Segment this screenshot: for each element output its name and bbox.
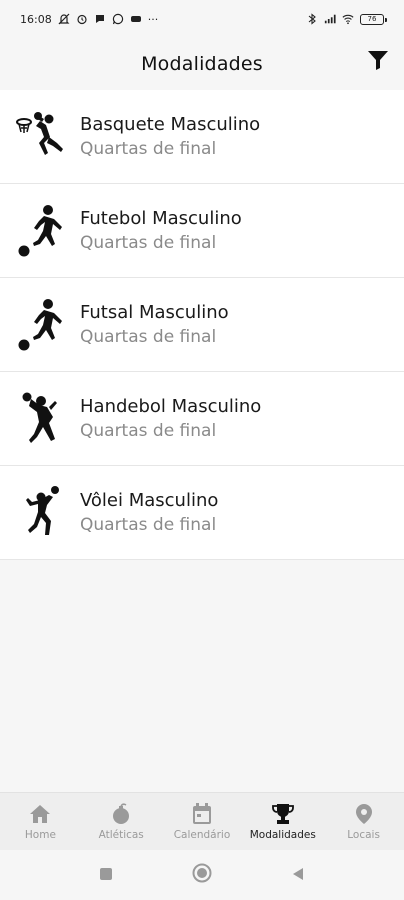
system-nav	[0, 850, 404, 900]
alarm-icon	[76, 13, 88, 25]
status-bar: 16:08 ··· 76	[0, 0, 404, 38]
item-subtitle: Quartas de final	[80, 139, 217, 159]
back-button[interactable]	[286, 863, 310, 887]
home-icon	[28, 802, 52, 826]
page-title: Modalidades	[141, 53, 263, 75]
nav-item-modalidades[interactable]: Modalidades	[242, 793, 323, 850]
nav-item-locais[interactable]: Locais	[323, 793, 404, 850]
back-triangle-icon	[291, 866, 305, 885]
item-subtitle: Quartas de final	[80, 515, 217, 535]
filter-icon	[367, 49, 389, 75]
list-item-text: Basquete Masculino Quartas de final	[80, 114, 260, 159]
nav-item-home[interactable]: Home	[0, 793, 81, 850]
volleyball-player-icon	[0, 466, 80, 560]
trophy-icon	[271, 802, 295, 826]
item-title: Vôlei Masculino	[80, 490, 219, 511]
square-icon	[99, 866, 113, 885]
chat-icon	[94, 13, 106, 25]
soccer-player-icon	[0, 184, 80, 278]
item-title: Basquete Masculino	[80, 114, 261, 135]
wifi-icon	[342, 13, 354, 25]
nav-label: Modalidades	[249, 829, 316, 841]
handball-player-icon	[0, 372, 80, 466]
circle-icon	[192, 863, 212, 887]
battery-icon: 76	[360, 13, 387, 25]
recents-button[interactable]	[94, 863, 118, 887]
list-item-futebol[interactable]: Futebol Masculino Quartas de final	[0, 184, 404, 278]
modalities-list: Basquete Masculino Quartas de final Fute…	[0, 90, 404, 560]
list-item-text: Futsal Masculino Quartas de final	[80, 302, 229, 347]
item-subtitle: Quartas de final	[80, 233, 217, 253]
battery-level: 76	[367, 15, 377, 23]
nav-label: Locais	[347, 829, 380, 841]
status-time: 16:08	[20, 12, 52, 26]
signal-icon	[324, 13, 336, 25]
item-subtitle: Quartas de final	[80, 327, 217, 347]
app-header: Modalidades	[0, 38, 404, 90]
whatsapp-icon	[112, 13, 124, 25]
status-more: ···	[147, 12, 159, 26]
item-title: Futsal Masculino	[80, 302, 229, 323]
list-item-text: Vôlei Masculino Quartas de final	[80, 490, 218, 535]
list-item-handebol[interactable]: Handebol Masculino Quartas de final	[0, 372, 404, 466]
list-item-volei[interactable]: Vôlei Masculino Quartas de final	[0, 466, 404, 560]
list-item-basquete[interactable]: Basquete Masculino Quartas de final	[0, 90, 404, 184]
bottom-nav: Home Atléticas Calendário Modalidades Lo…	[0, 792, 404, 850]
futsal-player-icon	[0, 278, 80, 372]
list-item-futsal[interactable]: Futsal Masculino Quartas de final	[0, 278, 404, 372]
nav-label: Calendário	[173, 829, 231, 841]
status-right: 76	[306, 13, 387, 25]
item-subtitle: Quartas de final	[80, 421, 217, 441]
gamepad-icon	[130, 13, 142, 25]
list-item-text: Futebol Masculino Quartas de final	[80, 208, 242, 253]
bomb-icon	[109, 802, 133, 826]
location-pin-icon	[352, 802, 376, 826]
nav-item-calendario[interactable]: Calendário	[162, 793, 243, 850]
nav-label: Atléticas	[98, 829, 144, 841]
calendar-icon	[190, 802, 214, 826]
item-title: Futebol Masculino	[80, 208, 242, 229]
basketball-player-icon	[0, 90, 80, 184]
list-item-text: Handebol Masculino Quartas de final	[80, 396, 261, 441]
bluetooth-icon	[306, 13, 318, 25]
nav-label: Home	[24, 829, 56, 841]
silent-mode-icon	[58, 13, 70, 25]
item-title: Handebol Masculino	[80, 396, 262, 417]
status-left: 16:08 ···	[20, 13, 158, 26]
filter-button[interactable]	[364, 48, 392, 76]
nav-item-atleticas[interactable]: Atléticas	[81, 793, 162, 850]
home-system-button[interactable]	[190, 863, 214, 887]
